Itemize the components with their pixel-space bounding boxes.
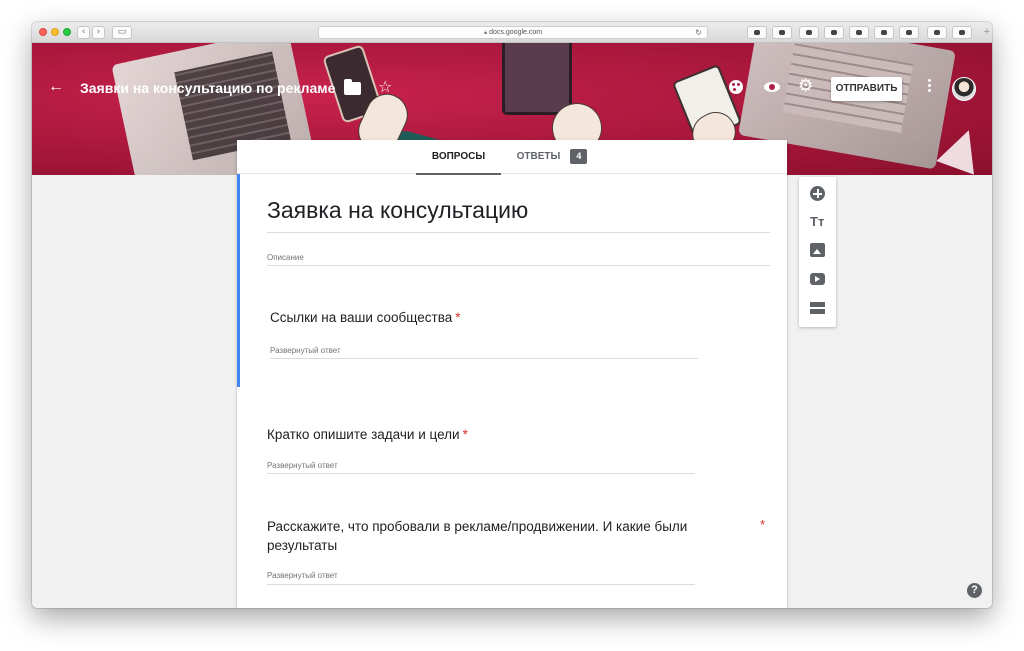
- long-answer-hint: Развернутый ответ: [267, 461, 338, 470]
- settings-icon[interactable]: ⚙: [798, 76, 813, 96]
- star-icon[interactable]: ☆: [378, 77, 392, 96]
- divider: [267, 265, 770, 266]
- form-title[interactable]: Заявка на консультацию: [267, 197, 528, 224]
- extension-pin-icon[interactable]: [899, 26, 919, 39]
- minimize-window-button[interactable]: [51, 28, 59, 36]
- answers-count-badge: 4: [570, 149, 588, 164]
- form-title-section[interactable]: Заявка на консультацию Описание Ссылки н…: [237, 174, 787, 387]
- avatar[interactable]: [952, 77, 976, 101]
- reload-icon[interactable]: ↻: [695, 27, 702, 38]
- extension-chrome-icon[interactable]: [874, 26, 894, 39]
- back-arrow-icon[interactable]: ←: [48, 79, 64, 95]
- add-video-icon[interactable]: [810, 273, 825, 285]
- lock-icon: 🔒︎: [483, 30, 488, 36]
- banner-tablet-illustration: [502, 43, 572, 115]
- back-nav-button[interactable]: ‹: [77, 26, 90, 39]
- question-title[interactable]: Ссылки на ваши сообщества *: [270, 308, 460, 327]
- address-text: docs.google.com: [489, 29, 543, 36]
- send-button[interactable]: ОТПРАВИТЬ: [831, 77, 902, 101]
- required-mark: *: [455, 310, 461, 325]
- banner-ruler-illustration: [936, 123, 988, 175]
- palette-icon[interactable]: [729, 80, 743, 94]
- answer-underline: [267, 473, 695, 474]
- long-answer-hint: Развернутый ответ: [267, 571, 338, 580]
- add-image-icon[interactable]: [810, 243, 825, 257]
- close-window-button[interactable]: [39, 28, 47, 36]
- new-tab-icon[interactable]: +: [984, 26, 990, 38]
- extension-download-icon[interactable]: [747, 26, 767, 39]
- extension-tab-icon[interactable]: [799, 26, 819, 39]
- document-title[interactable]: Заявки на консультацию по рекламе: [80, 80, 335, 96]
- browser-window: ‹ › ▭ 🔒︎ docs.google.com ↻ + ← Заявки на …: [32, 22, 992, 608]
- browser-titlebar: ‹ › ▭ 🔒︎ docs.google.com ↻ +: [32, 22, 992, 43]
- question-title-text: Кратко опишите задачи и цели: [267, 427, 460, 442]
- add-title-icon[interactable]: Tт: [810, 214, 825, 229]
- zoom-window-button[interactable]: [63, 28, 71, 36]
- add-question-icon[interactable]: [810, 186, 825, 201]
- question-title-text: Ссылки на ваши сообщества: [270, 310, 453, 325]
- help-icon[interactable]: ?: [967, 583, 982, 598]
- tab-questions[interactable]: ВОПРОСЫ: [416, 140, 501, 175]
- more-icon[interactable]: [928, 79, 931, 93]
- form-toolbar: Tт: [799, 177, 836, 327]
- extension-evernote-icon[interactable]: [772, 26, 792, 39]
- question-title-text: Расскажите, что пробовали в рекламе/прод…: [267, 519, 688, 553]
- share-icon[interactable]: [927, 26, 947, 39]
- required-mark: *: [760, 517, 766, 532]
- extension-tool-icon[interactable]: [824, 26, 844, 39]
- tabs-overview-icon[interactable]: [952, 26, 972, 39]
- sidebar-toggle-button[interactable]: ▭: [112, 26, 132, 39]
- folder-icon[interactable]: [344, 79, 361, 95]
- extension-link-icon[interactable]: [849, 26, 869, 39]
- preview-icon[interactable]: [764, 82, 780, 92]
- long-answer-hint: Развернутый ответ: [270, 346, 341, 355]
- form-card: ВОПРОСЫ ОТВЕТЫ 4 Заявка на консультацию О…: [237, 140, 787, 608]
- form-tabs: ВОПРОСЫ ОТВЕТЫ 4: [237, 140, 787, 175]
- tab-answers[interactable]: ОТВЕТЫ 4: [507, 140, 597, 174]
- question-title[interactable]: Расскажите, что пробовали в рекламе/прод…: [267, 517, 737, 555]
- question-title[interactable]: Кратко опишите задачи и цели *: [267, 425, 468, 444]
- required-mark: *: [462, 427, 468, 442]
- form-description-field[interactable]: Описание: [267, 253, 304, 262]
- tab-answers-label: ОТВЕТЫ: [516, 151, 561, 162]
- forward-nav-button[interactable]: ›: [92, 26, 105, 39]
- address-bar[interactable]: 🔒︎ docs.google.com ↻: [318, 26, 708, 39]
- answer-underline: [267, 584, 695, 585]
- divider: [267, 232, 770, 233]
- add-section-icon[interactable]: [810, 301, 825, 315]
- answer-underline: [270, 358, 698, 359]
